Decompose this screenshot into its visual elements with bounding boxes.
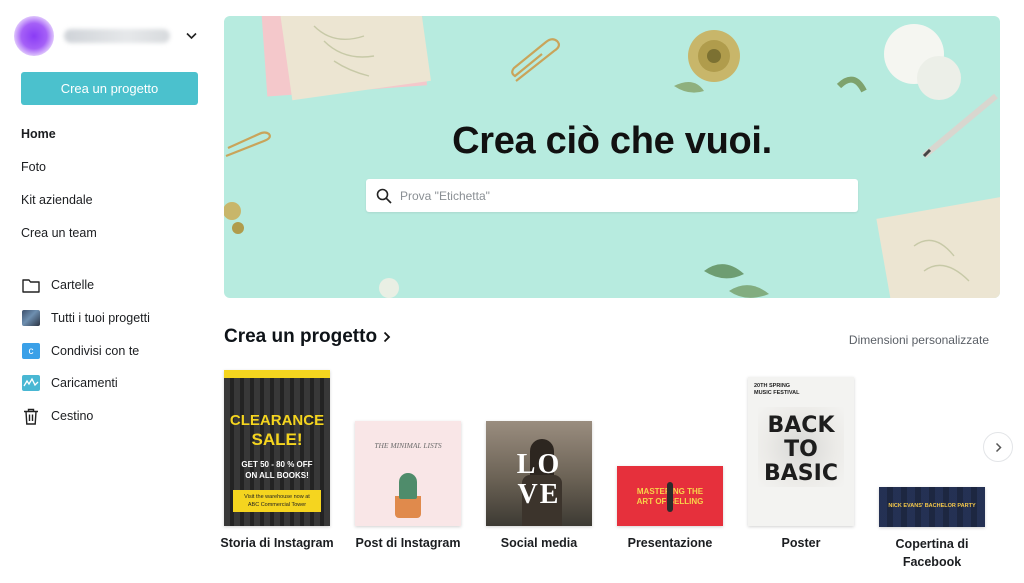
template-thumbnail: LO VE <box>486 421 592 526</box>
create-project-button[interactable]: Crea un progetto <box>21 72 198 105</box>
hero-title: Crea ciò che vuoi. <box>452 120 772 162</box>
search-icon <box>376 188 392 204</box>
template-label: Copertina di Facebook <box>895 537 969 569</box>
sidebar-item-shared-with-you[interactable]: c Condivisi con te <box>21 341 139 361</box>
carousel-next-button[interactable] <box>983 432 1013 462</box>
template-thumbnail: NICK EVANS' BACHELOR PARTY <box>879 487 985 527</box>
custom-dimensions-link[interactable]: Dimensioni personalizzate <box>849 333 989 347</box>
sidebar-item-label: Cestino <box>51 409 94 423</box>
template-card-social-media[interactable]: LO VE Social media <box>486 421 592 555</box>
chevron-right-icon <box>383 331 391 343</box>
template-label: Social media <box>500 536 578 550</box>
template-thumbnail: MASTERING THE ART OF SELLING <box>617 466 723 526</box>
sidebar-item-create-team[interactable]: Crea un team <box>21 226 97 240</box>
sidebar-item-all-projects[interactable]: Tutti i tuoi progetti <box>21 308 150 328</box>
sidebar-item-brand-kit[interactable]: Kit aziendale <box>21 193 93 207</box>
avatar <box>14 16 54 56</box>
sidebar-item-uploads[interactable]: Caricamenti <box>21 373 118 393</box>
sidebar-item-home[interactable]: Home <box>21 127 56 141</box>
section-title-create-project[interactable]: Crea un progetto <box>224 326 391 348</box>
shared-icon: c <box>21 341 41 361</box>
sidebar-item-label: Tutti i tuoi progetti <box>51 311 150 325</box>
uploads-icon <box>21 373 41 393</box>
template-label: Post di Instagram <box>355 536 461 550</box>
template-card-instagram-post[interactable]: THE MINIMAL LISTS Post di Instagram <box>355 421 461 555</box>
chevron-right-icon <box>995 442 1002 453</box>
search-bar[interactable] <box>366 179 858 212</box>
sidebar-item-label: Caricamenti <box>51 376 118 390</box>
template-thumbnail: 20TH SPRING MUSIC FESTIVAL BACK TO BASIC <box>748 377 854 526</box>
template-thumbnail: CLEARANCE SALE! GET 50 - 80 % OFF ON ALL… <box>224 370 330 526</box>
template-thumbnail: THE MINIMAL LISTS <box>355 421 461 526</box>
chevron-down-icon[interactable] <box>184 29 198 43</box>
account-switcher[interactable] <box>14 14 204 58</box>
sidebar-item-trash[interactable]: Cestino <box>21 406 93 426</box>
account-name-blurred <box>64 29 170 43</box>
section-title-text: Crea un progetto <box>224 326 378 347</box>
folder-icon <box>21 275 41 295</box>
template-card-presentation[interactable]: MASTERING THE ART OF SELLING Presentazio… <box>617 466 723 555</box>
sidebar-item-photos[interactable]: Foto <box>21 160 46 174</box>
trash-icon <box>21 406 41 426</box>
sidebar-item-label: Condivisi con te <box>51 344 140 358</box>
template-card-instagram-story[interactable]: CLEARANCE SALE! GET 50 - 80 % OFF ON ALL… <box>220 370 334 555</box>
template-card-facebook-cover[interactable]: NICK EVANS' BACHELOR PARTY Copertina di … <box>879 487 985 575</box>
template-label: Poster <box>781 536 821 550</box>
search-input[interactable] <box>400 188 830 203</box>
template-card-poster[interactable]: 20TH SPRING MUSIC FESTIVAL BACK TO BASIC… <box>748 377 854 555</box>
sidebar-item-folders[interactable]: Cartelle <box>21 275 94 295</box>
template-label: Storia di Instagram <box>220 536 334 550</box>
hero-banner: Crea ciò che vuoi. <box>224 16 1000 298</box>
template-label: Presentazione <box>627 536 713 550</box>
sidebar-item-label: Cartelle <box>51 278 95 292</box>
projects-thumbnail-icon <box>21 308 41 328</box>
sidebar: Crea un progetto Home Foto Kit aziendale… <box>0 0 212 583</box>
